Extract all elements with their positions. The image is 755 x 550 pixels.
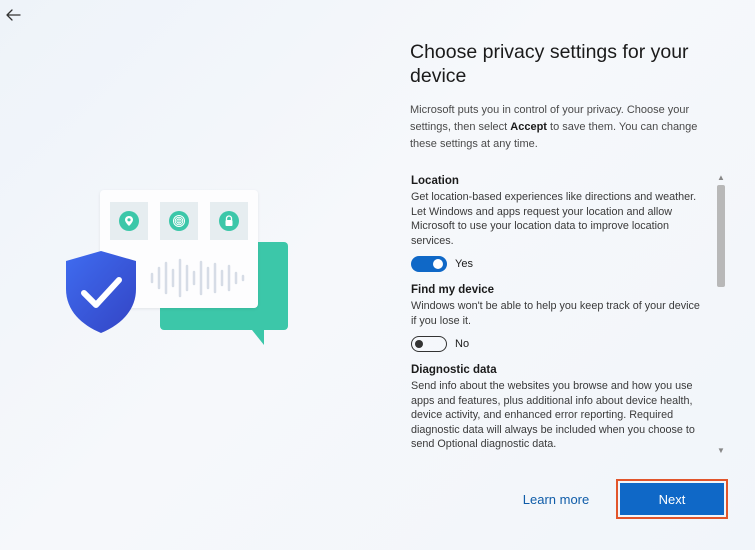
page-title: Choose privacy settings for your device — [410, 41, 689, 87]
location-pin-icon — [110, 202, 148, 240]
setting-find-my-device: Find my device Windows won't be able to … — [410, 284, 710, 352]
shield-check-icon — [66, 251, 136, 333]
back-button[interactable] — [2, 4, 24, 26]
settings-scrollbar[interactable]: ▲ ▼ — [715, 172, 727, 457]
privacy-header: Choose privacy settings for your device … — [410, 40, 730, 153]
setting-location: Location Get location-based experiences … — [410, 175, 710, 272]
setting-title: Location — [411, 175, 459, 187]
scrollbar-thumb[interactable] — [717, 185, 725, 287]
arrow-left-icon — [6, 9, 21, 21]
privacy-illustration — [60, 185, 300, 355]
find-my-device-toggle[interactable] — [411, 336, 447, 352]
setting-description: Send info about the websites you browse … — [411, 380, 695, 450]
settings-scroll-area[interactable]: Location Get location-based experiences … — [410, 172, 730, 457]
page-description: Microsoft puts you in control of your pr… — [410, 102, 715, 153]
next-button[interactable]: Next — [620, 483, 724, 515]
learn-more-button[interactable]: Learn more — [510, 483, 602, 515]
scroll-up-icon[interactable]: ▲ — [717, 174, 725, 182]
setting-description: Get location-based experiences like dire… — [411, 191, 697, 247]
toggle-state-label: No — [455, 338, 470, 350]
setting-title: Diagnostic data — [411, 364, 497, 376]
location-toggle[interactable] — [411, 256, 447, 272]
setting-title: Find my device — [411, 284, 495, 296]
toggle-state-label: Yes — [455, 258, 473, 270]
setting-description: Windows won't be able to help you keep t… — [411, 300, 700, 327]
description-accept: Accept — [510, 121, 547, 133]
setting-diagnostic-data: Diagnostic data Send info about the webs… — [410, 364, 710, 452]
chat-bubble-tail — [248, 325, 264, 345]
sound-wave-icon — [150, 258, 245, 298]
lock-icon — [210, 202, 248, 240]
scroll-down-icon[interactable]: ▼ — [717, 447, 725, 455]
fingerprint-icon — [160, 202, 198, 240]
